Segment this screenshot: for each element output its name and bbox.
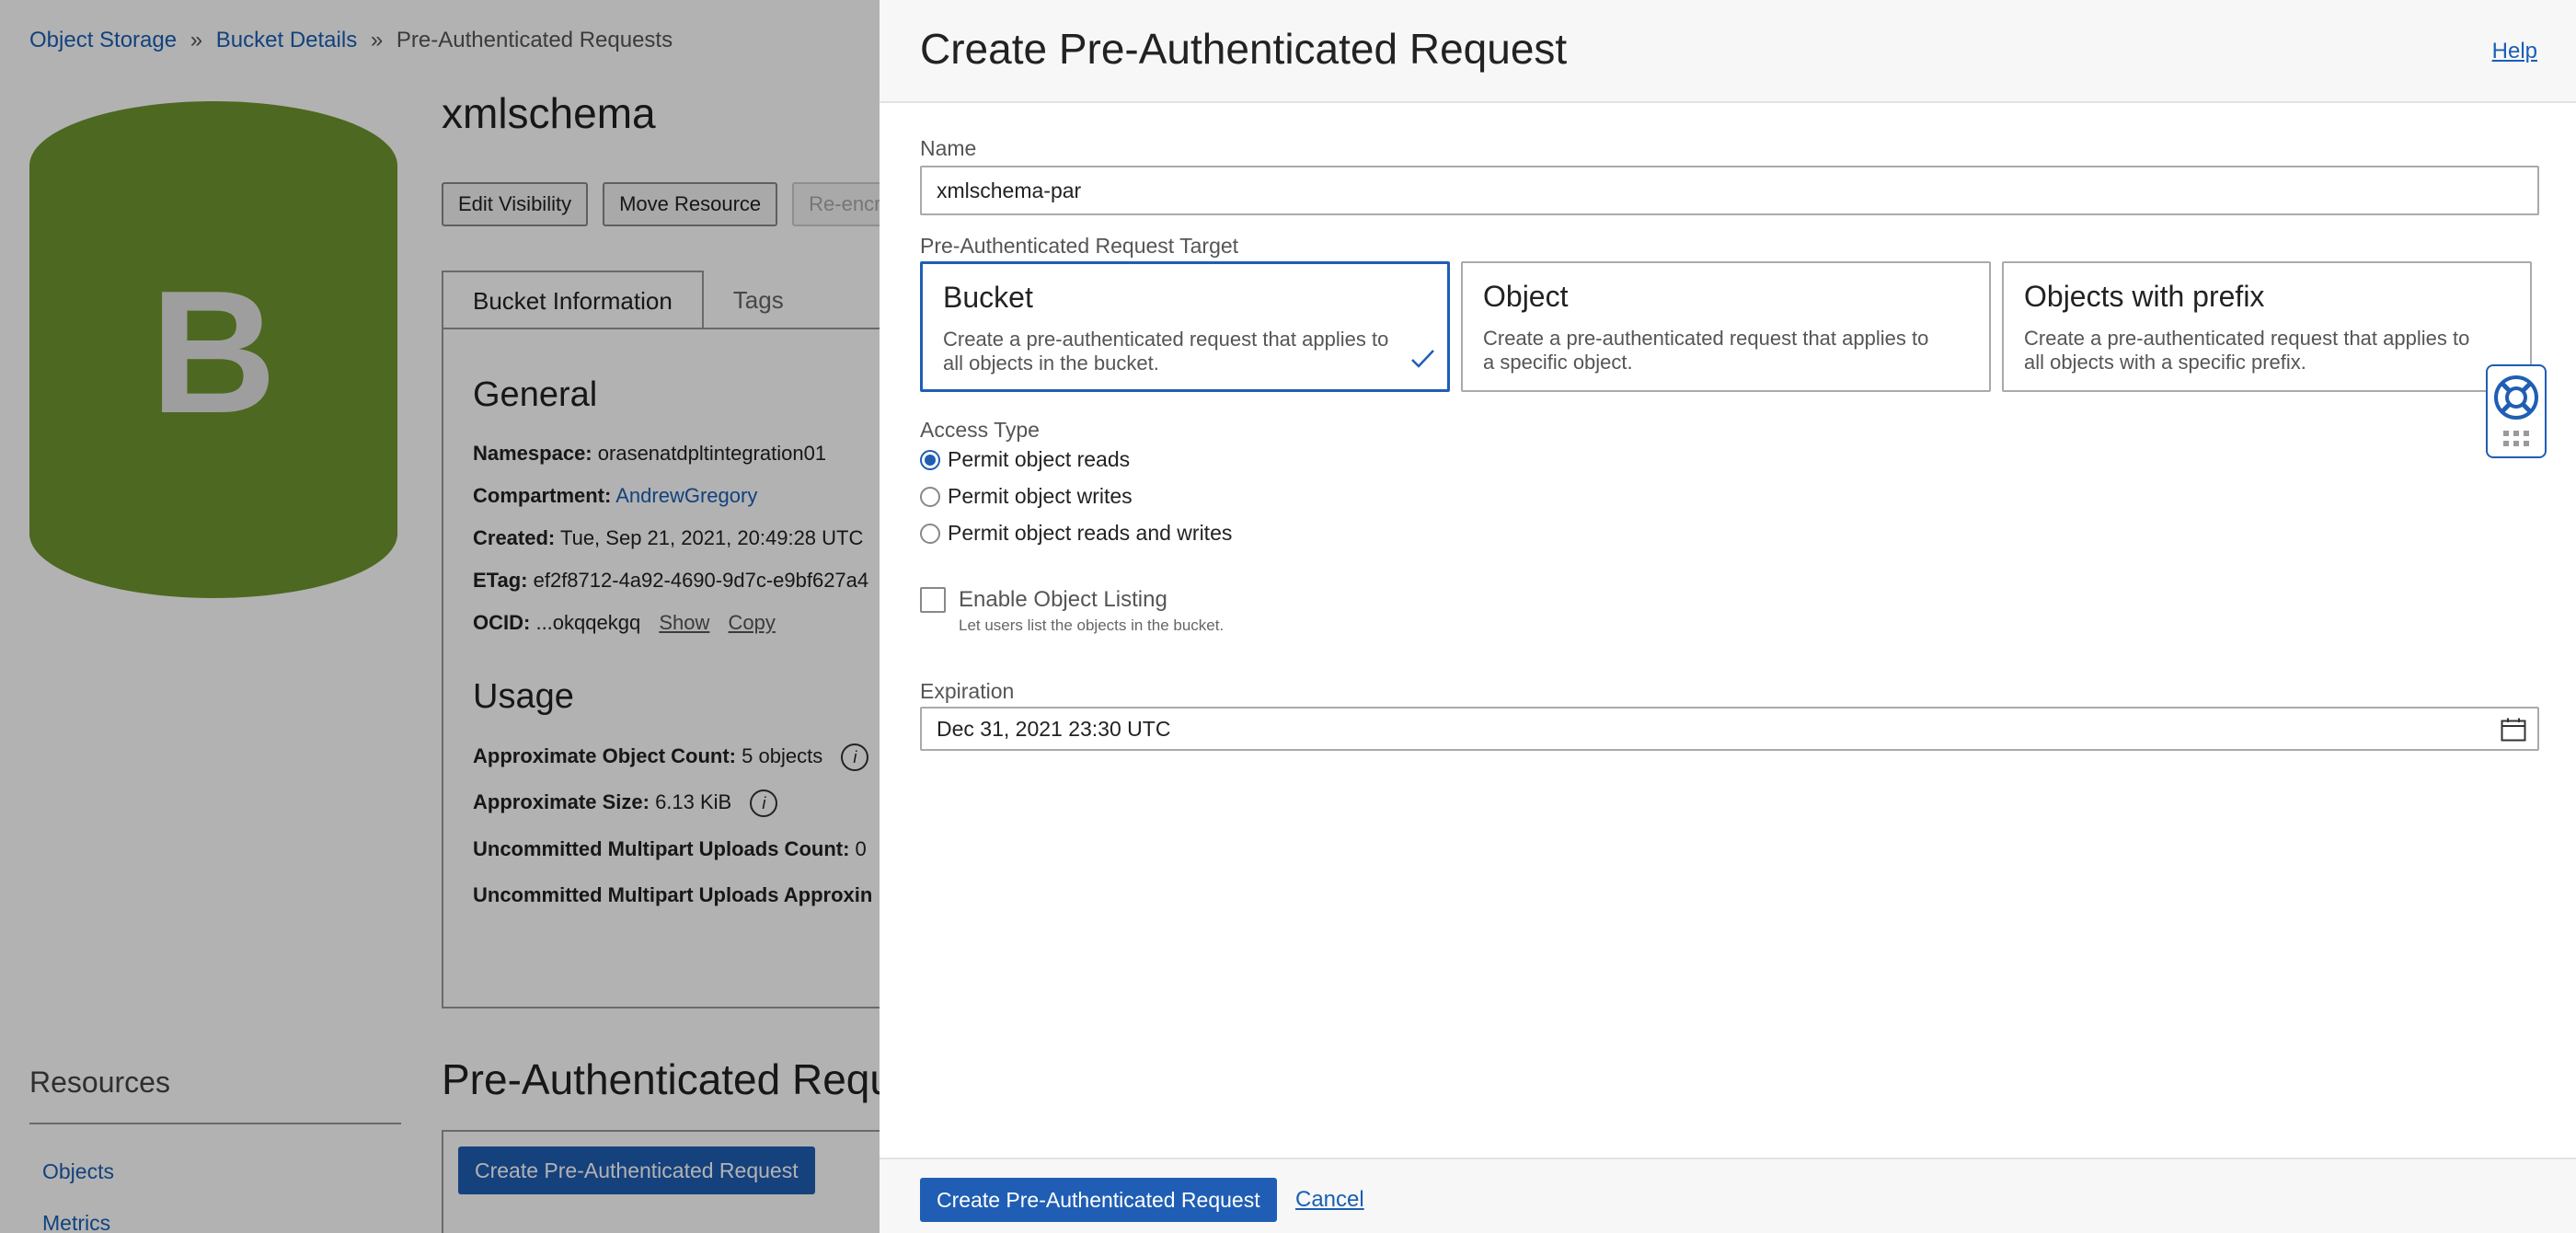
lifebuoy-icon bbox=[2494, 375, 2538, 446]
create-par-submit-button[interactable]: Create Pre-Authenticated Request bbox=[920, 1178, 1277, 1222]
drawer-footer: Create Pre-Authenticated Request Cancel bbox=[880, 1158, 2576, 1233]
create-par-drawer: Create Pre-Authenticated Request Help Na… bbox=[880, 0, 2576, 1233]
enable-object-listing-label[interactable]: Enable Object Listing bbox=[959, 587, 1167, 613]
expiration-label: Expiration bbox=[920, 679, 1015, 703]
calendar-icon[interactable] bbox=[2501, 718, 2526, 742]
target-card-title: Object bbox=[1483, 280, 1569, 313]
radio-label: Permit object reads and writes bbox=[948, 521, 1233, 545]
target-label: Pre-Authenticated Request Target bbox=[920, 234, 1239, 258]
drawer-title: Create Pre-Authenticated Request bbox=[920, 25, 1568, 73]
name-label: Name bbox=[920, 136, 977, 160]
help-widget[interactable] bbox=[2486, 364, 2547, 458]
target-card-description: Create a pre-authenticated request that … bbox=[1483, 327, 1929, 374]
drag-handle-icon bbox=[2503, 431, 2529, 446]
target-card-object[interactable]: Object Create a pre-authenticated reques… bbox=[1461, 261, 1991, 392]
enable-object-listing-checkbox[interactable] bbox=[920, 587, 946, 613]
help-link[interactable]: Help bbox=[2492, 39, 2537, 64]
radio-label: Permit object reads bbox=[948, 447, 1131, 471]
access-option-reads-writes[interactable]: Permit object reads and writes bbox=[920, 521, 1232, 546]
expiration-input[interactable]: Dec 31, 2021 23:30 UTC bbox=[920, 707, 2539, 751]
access-option-writes[interactable]: Permit object writes bbox=[920, 484, 1133, 509]
radio-button[interactable] bbox=[920, 449, 940, 470]
target-card-title: Objects with prefix bbox=[2024, 280, 2265, 313]
drawer-header: Create Pre-Authenticated Request Help bbox=[880, 0, 2576, 103]
target-card-title: Bucket bbox=[943, 281, 1033, 314]
target-card-bucket[interactable]: Bucket Create a pre-authenticated reques… bbox=[920, 261, 1450, 392]
radio-button[interactable] bbox=[920, 486, 940, 507]
target-card-objects-with-prefix[interactable]: Objects with prefix Create a pre-authent… bbox=[2002, 261, 2532, 392]
target-card-description: Create a pre-authenticated request that … bbox=[943, 328, 1389, 375]
name-input[interactable]: xmlschema-par bbox=[920, 166, 2539, 215]
access-type-label: Access Type bbox=[920, 418, 1040, 442]
radio-label: Permit object writes bbox=[948, 484, 1133, 508]
target-options: Bucket Create a pre-authenticated reques… bbox=[920, 261, 2532, 392]
radio-button[interactable] bbox=[920, 523, 940, 544]
checkmark-icon bbox=[1411, 350, 1434, 368]
enable-object-listing-help: Let users list the objects in the bucket… bbox=[959, 616, 1225, 634]
modal-overlay[interactable] bbox=[0, 0, 880, 1233]
target-card-description: Create a pre-authenticated request that … bbox=[2024, 327, 2470, 374]
cancel-link[interactable]: Cancel bbox=[1295, 1187, 1364, 1213]
access-option-reads[interactable]: Permit object reads bbox=[920, 447, 1130, 472]
expiration-value: Dec 31, 2021 23:30 UTC bbox=[937, 716, 1171, 741]
